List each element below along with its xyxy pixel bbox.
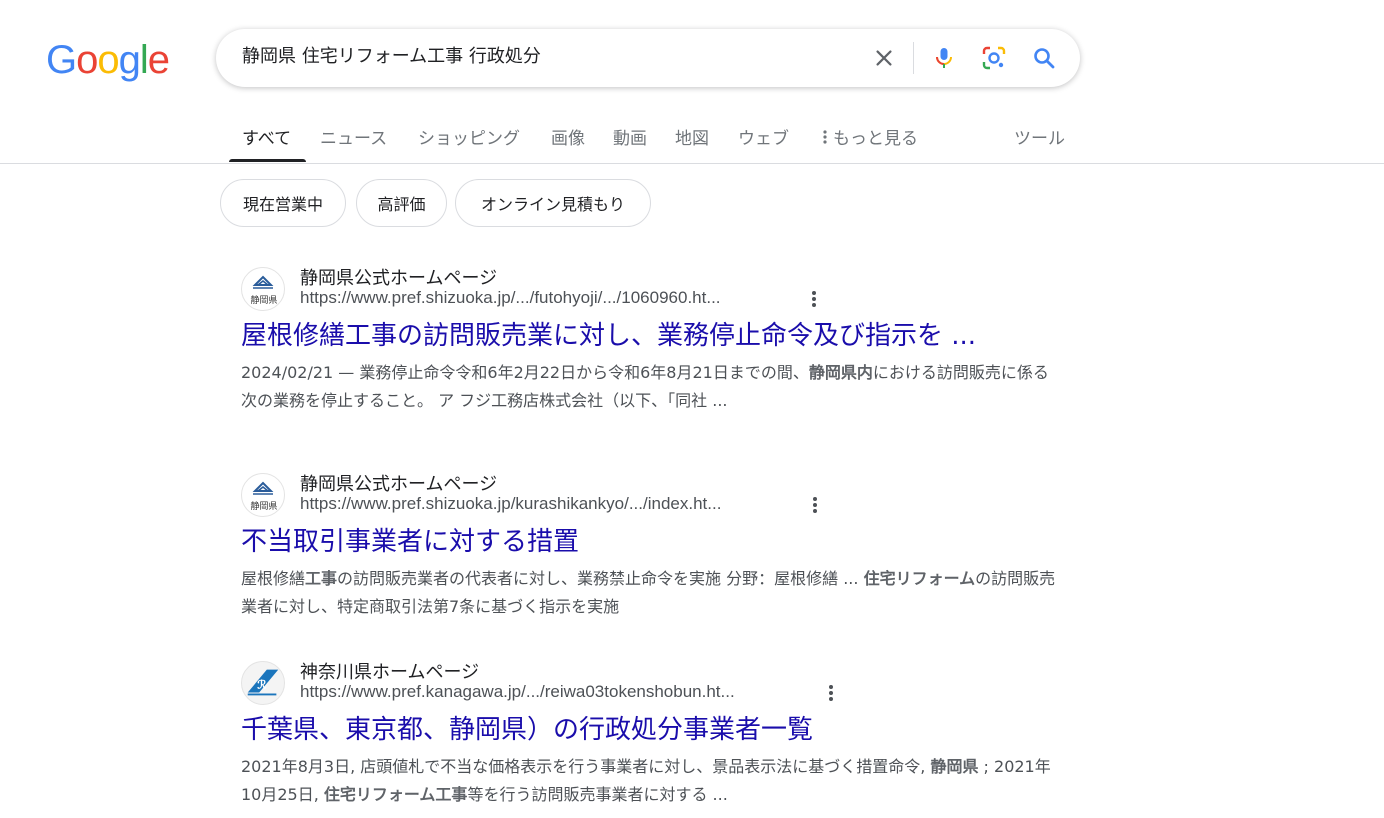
logo-letter: e bbox=[147, 38, 170, 82]
search-tabs: すべて ニュース ショッピング 画像 動画 地図 ウェブ もっと見る ツール bbox=[0, 112, 1384, 164]
result-site-name[interactable]: 静岡県公式ホームページ bbox=[300, 264, 497, 290]
more-options-icon[interactable] bbox=[827, 684, 835, 704]
more-vert-icon bbox=[823, 129, 827, 149]
microphone-icon[interactable] bbox=[929, 43, 959, 73]
result-snippet: 2021年8月3日, 店頭値札で不当な価格表示を行う事業者に対し、景品表示法に基… bbox=[241, 753, 1061, 809]
result-url[interactable]: https://www.pref.shizuoka.jp/kurashikank… bbox=[300, 494, 721, 514]
tools-button[interactable]: ツール bbox=[1014, 124, 1065, 149]
result-site-name[interactable]: 静岡県公式ホームページ bbox=[300, 470, 497, 496]
tab-images[interactable]: 画像 bbox=[551, 124, 585, 149]
tab-news[interactable]: ニュース bbox=[320, 124, 387, 149]
lens-camera-icon[interactable] bbox=[979, 43, 1009, 73]
logo-letter: g bbox=[118, 38, 141, 82]
snippet-text: 屋根修繕 bbox=[241, 569, 306, 588]
result-snippet: 屋根修繕工事の訪問販売業者の代表者に対し、業務禁止命令を実施 分野：屋根修繕 .… bbox=[241, 565, 1061, 621]
snippet-highlight: 静岡県内 bbox=[808, 363, 873, 382]
tab-maps[interactable]: 地図 bbox=[675, 124, 709, 149]
logo-letter: l bbox=[139, 38, 149, 82]
tab-shopping[interactable]: ショッピング bbox=[418, 124, 520, 149]
tab-more-label: もっと見る bbox=[833, 129, 918, 149]
search-result: 静岡県 静岡県公式ホームページ https://www.pref.shizuok… bbox=[241, 470, 1061, 630]
snippet-text: 等を行う訪問販売事業者に対する ... bbox=[467, 785, 728, 804]
more-options-icon[interactable] bbox=[810, 290, 818, 310]
favicon-label: 静岡県 bbox=[250, 296, 278, 306]
result-title[interactable]: 千葉県、東京都、静岡県）の行政処分事業者一覧 bbox=[241, 709, 813, 746]
tab-videos[interactable]: 動画 bbox=[613, 124, 647, 149]
chip-open-now[interactable]: 現在営業中 bbox=[220, 179, 346, 227]
shizuoka-favicon-icon: 静岡県 bbox=[241, 267, 285, 311]
svg-text:ℛ: ℛ bbox=[257, 680, 266, 692]
logo-letter: G bbox=[46, 38, 77, 82]
result-title[interactable]: 屋根修繕工事の訪問販売業に対し、業務停止命令及び指示を ... bbox=[241, 315, 976, 352]
logo-letter: o bbox=[76, 38, 98, 82]
search-result: 静岡県 静岡県公式ホームページ https://www.pref.shizuok… bbox=[241, 264, 1061, 424]
chip-top-rated[interactable]: 高評価 bbox=[356, 179, 447, 227]
snippet-text: 2021年8月3日, 店頭値札で不当な価格表示を行う事業者に対し、景品表示法に基… bbox=[241, 757, 931, 776]
google-logo[interactable]: Google bbox=[46, 36, 170, 84]
close-icon[interactable] bbox=[869, 43, 899, 73]
search-box[interactable]: 静岡県 住宅リフォーム工事 行政処分 bbox=[216, 29, 1080, 87]
search-icon[interactable] bbox=[1029, 43, 1059, 73]
tab-all[interactable]: すべて bbox=[242, 124, 291, 149]
shizuoka-favicon-icon: 静岡県 bbox=[241, 473, 285, 517]
more-options-icon[interactable] bbox=[811, 496, 819, 516]
snippet-text: 2024/02/21 — 業務停止命令令和6年2月22日から令和6年8月21日ま… bbox=[241, 363, 809, 382]
snippet-highlight: 住宅リフォーム bbox=[863, 569, 976, 588]
chip-online-estimate[interactable]: オンライン見積もり bbox=[455, 179, 651, 227]
tab-more[interactable]: もっと見る bbox=[823, 124, 918, 149]
kanagawa-favicon-icon: ℛ bbox=[241, 661, 285, 705]
favicon-label: 静岡県 bbox=[250, 502, 278, 512]
search-divider bbox=[913, 42, 914, 74]
search-result: ℛ 神奈川県ホームページ https://www.pref.kanagawa.j… bbox=[241, 658, 1061, 818]
search-input[interactable]: 静岡県 住宅リフォーム工事 行政処分 bbox=[242, 29, 541, 85]
snippet-highlight: 工事 bbox=[305, 569, 338, 588]
result-title[interactable]: 不当取引事業者に対する措置 bbox=[241, 521, 579, 558]
snippet-highlight: 静岡県 bbox=[930, 757, 979, 776]
snippet-text: の訪問販売業者の代表者に対し、業務禁止命令を実施 分野：屋根修繕 ... bbox=[337, 569, 864, 588]
snippet-highlight: 住宅リフォーム工事 bbox=[323, 785, 468, 804]
result-url[interactable]: https://www.pref.shizuoka.jp/.../futohyo… bbox=[300, 288, 721, 308]
result-snippet: 2024/02/21 — 業務停止命令令和6年2月22日から令和6年8月21日ま… bbox=[241, 359, 1061, 415]
result-site-name[interactable]: 神奈川県ホームページ bbox=[300, 658, 479, 684]
result-url[interactable]: https://www.pref.kanagawa.jp/.../reiwa03… bbox=[300, 682, 735, 702]
tab-web[interactable]: ウェブ bbox=[738, 124, 789, 149]
logo-letter: o bbox=[97, 38, 119, 82]
active-tab-indicator bbox=[229, 159, 306, 162]
